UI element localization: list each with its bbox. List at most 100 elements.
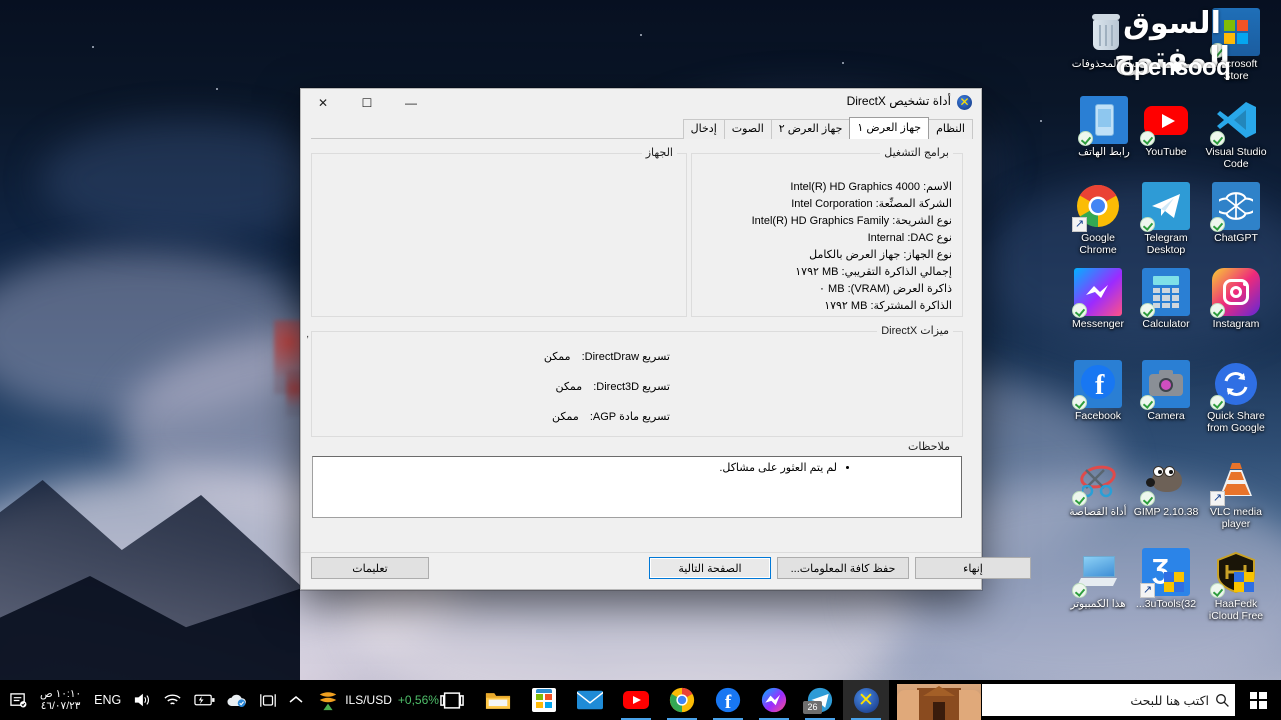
- taskbar: اكتب هنا للبحث ✕ 26 f ١٠:١٠ ص ٤٦/٠٧/٢٣ E…: [0, 680, 1281, 720]
- device-group: الجهاز: [311, 146, 687, 317]
- desktop-icon-3utools[interactable]: Ʒ ↗ 3uTools(32...: [1131, 548, 1201, 611]
- taskbar-app-dxdiag[interactable]: ✕: [843, 680, 889, 720]
- desktop-icon-phone-link[interactable]: رابط الهاتف: [1069, 96, 1139, 159]
- tab-system[interactable]: النظام: [928, 119, 973, 139]
- search-box[interactable]: اكتب هنا للبحث: [982, 684, 1235, 716]
- feature-row-directdraw: تسريع DirectDraw: ممكن: [544, 350, 670, 363]
- device-group-legend: الجهاز: [641, 146, 677, 159]
- driver-row-value: ١٧٩٢ MB: [824, 300, 868, 312]
- action-center-icon[interactable]: [4, 680, 33, 720]
- tab-display-2[interactable]: جهاز العرض ٢: [770, 119, 851, 139]
- exit-button[interactable]: إنهاء: [915, 557, 1031, 579]
- microsoft-store-icon: [1210, 8, 1260, 58]
- desktop-icon-recycle-bin[interactable]: سلة المحذوفات: [1071, 8, 1141, 71]
- taskbar-app-chrome[interactable]: [659, 680, 705, 720]
- driver-row-key: ذاكرة العرض (VRAM):: [847, 283, 952, 295]
- svg-text:f: f: [725, 692, 732, 713]
- desktop-icon-visual-studio-code[interactable]: Visual Studio Code: [1201, 96, 1271, 171]
- visual-studio-code-icon: [1210, 96, 1260, 146]
- show-hidden-icons-chevron-icon[interactable]: [283, 680, 309, 720]
- taskbar-badge-count: 26: [803, 701, 822, 714]
- driver-row-key: نوع الشريحة:: [892, 215, 952, 227]
- screen-capture-icon[interactable]: [253, 680, 283, 720]
- taskbar-app-facebook[interactable]: f: [705, 680, 751, 720]
- desktop-icon-label: YouTube: [1145, 146, 1187, 158]
- dialog-button-row: تعليمات الصفحة التالية حفظ كافة المعلوما…: [311, 557, 1031, 579]
- star: [842, 62, 844, 64]
- desktop-icon-label: Microsoft Store: [1214, 58, 1258, 82]
- star: [216, 88, 218, 90]
- feature-row-key: تسريع Direct3D:: [593, 381, 670, 393]
- sync-check-badge: [1072, 491, 1087, 506]
- desktop-icon-gimp[interactable]: GIMP 2.10.38: [1131, 456, 1201, 519]
- minimize-button[interactable]: —: [389, 89, 433, 117]
- wifi-icon[interactable]: [157, 680, 188, 720]
- taskbar-app-microsoft-store[interactable]: [521, 680, 567, 720]
- feature-row-key: تسريع DirectDraw:: [581, 351, 670, 363]
- maximize-button[interactable]: ☐: [345, 89, 389, 117]
- notes-textarea[interactable]: لم يتم العثور على مشاكل.: [312, 456, 962, 518]
- taskbar-app-youtube[interactable]: [613, 680, 659, 720]
- desktop-icon-quick-share[interactable]: Quick Share from Google: [1201, 360, 1271, 435]
- desktop-icon-label: Telegram Desktop: [1144, 232, 1188, 256]
- facebook-icon: f: [1072, 360, 1122, 410]
- close-button[interactable]: ✕: [301, 89, 345, 117]
- taskbar-app-file-explorer[interactable]: [475, 680, 521, 720]
- windows-logo-icon: [1249, 691, 1267, 709]
- desktop-icon-label: رابط الهاتف: [1078, 146, 1130, 158]
- battery-icon[interactable]: [188, 680, 221, 720]
- language-indicator[interactable]: ENG: [88, 680, 127, 720]
- desktop-icon-snipping-tool[interactable]: أداة القصاصة: [1063, 456, 1133, 519]
- desktop-icon-youtube[interactable]: YouTube: [1131, 96, 1201, 159]
- desktop-icon-messenger[interactable]: Messenger: [1063, 268, 1133, 331]
- save-all-information-button[interactable]: حفظ كافة المعلومات...: [777, 557, 909, 579]
- desktop-icon-microsoft-store[interactable]: Microsoft Store: [1201, 8, 1271, 83]
- dxdiag-window: ✕ أداة تشخيص DirectX ✕ ☐ — النظام جهاز ا…: [300, 88, 1031, 590]
- clock-date: ٤٦/٠٧/٢٣: [40, 700, 81, 712]
- desktop-icon-instagram[interactable]: Instagram: [1201, 268, 1271, 331]
- desktop-icon-label: Visual Studio Code: [1205, 146, 1267, 170]
- feature-row-value: ممكن: [552, 411, 579, 423]
- notes-group: ملاحظات لم يتم العثور على مشاكل.: [311, 440, 963, 519]
- driver-row-vram: ذاكرة العرض (VRAM): ٠ MB: [819, 282, 952, 295]
- this-pc-icon: [1072, 548, 1122, 598]
- taskbar-app-messenger[interactable]: [751, 680, 797, 720]
- volume-icon[interactable]: [127, 680, 157, 720]
- desktop-icon-label: Camera: [1147, 410, 1185, 422]
- desktop-icon-calculator[interactable]: Calculator: [1131, 268, 1201, 331]
- tab-sound[interactable]: الصوت: [723, 119, 772, 139]
- desktop-icon-telegram-desktop[interactable]: Telegram Desktop: [1131, 182, 1201, 257]
- taskbar-clock[interactable]: ١٠:١٠ ص ٤٦/٠٧/٢٣: [33, 680, 88, 720]
- google-chrome-icon: ↗: [1072, 182, 1122, 232]
- desktop-icon-camera[interactable]: Camera: [1131, 360, 1201, 423]
- stock-widget-icon: [319, 692, 337, 711]
- desktop-icon-label: ChatGPT: [1214, 232, 1258, 244]
- sync-check-badge: [1072, 395, 1087, 410]
- search-icon: [1209, 693, 1235, 708]
- desktop-icon-vlc[interactable]: ↗ VLC media player: [1201, 456, 1271, 531]
- start-button[interactable]: [1235, 680, 1281, 720]
- tab-input[interactable]: إدخال: [682, 119, 725, 139]
- sync-check-badge: [1140, 303, 1155, 318]
- tab-display-1[interactable]: جهاز العرض ١: [849, 117, 930, 139]
- desktop-icon-haafedk-icloud[interactable]: HaaFedk iCloud Free: [1201, 548, 1271, 623]
- stock-widget[interactable]: ILS/USD +0,56%: [309, 680, 447, 720]
- recycle-bin-icon: [1082, 8, 1130, 56]
- search-thumbnail[interactable]: [897, 684, 981, 720]
- driver-row-value: جهاز العرض بالكامل: [809, 249, 901, 261]
- help-button[interactable]: تعليمات: [311, 557, 429, 579]
- onedrive-icon[interactable]: [221, 680, 253, 720]
- sync-check-badge: [1210, 217, 1225, 232]
- taskbar-app-mail[interactable]: [567, 680, 613, 720]
- window-titlebar[interactable]: ✕ أداة تشخيص DirectX ✕ ☐ —: [301, 89, 981, 117]
- driver-row-manufacturer: الشركة المصنِّعة: Intel Corporation: [791, 197, 952, 210]
- driver-row-key: نوع DAC:: [907, 232, 952, 244]
- desktop-icon-chatgpt[interactable]: ChatGPT: [1201, 182, 1271, 245]
- directx-features-legend: ميزات DirectX: [877, 324, 953, 337]
- desktop-icon-google-chrome[interactable]: ↗ Google Chrome: [1063, 182, 1133, 257]
- desktop-icon-label: هذا الكمبيوتر: [1070, 598, 1126, 610]
- desktop-icon-facebook[interactable]: f Facebook: [1063, 360, 1133, 423]
- next-page-button[interactable]: الصفحة التالية: [649, 557, 771, 579]
- taskbar-app-telegram[interactable]: 26: [797, 680, 843, 720]
- desktop-icon-this-pc[interactable]: هذا الكمبيوتر: [1063, 548, 1133, 611]
